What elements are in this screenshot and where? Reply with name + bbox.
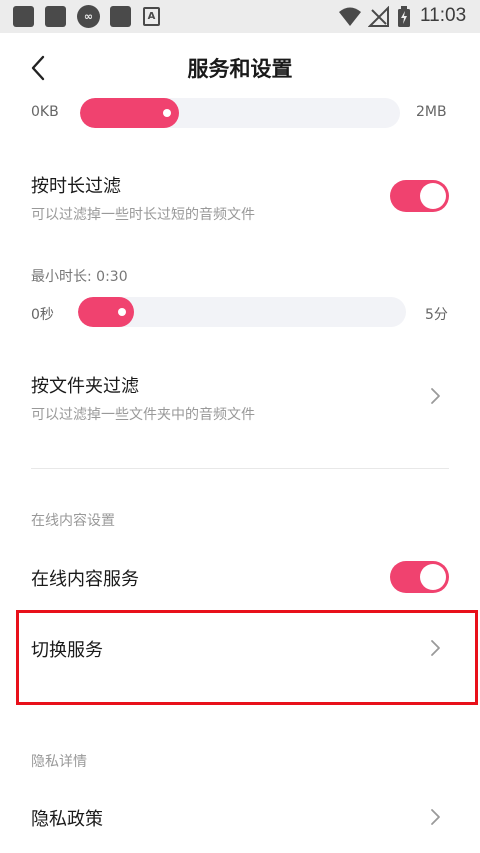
battery-charging-icon <box>398 6 410 27</box>
privacy-policy-label: 隐私政策 <box>31 809 103 830</box>
duration-filter-subtitle: 可以过滤掉一些时长过短的音频文件 <box>31 207 255 223</box>
toggle-thumb <box>420 183 446 209</box>
folder-filter-title: 按文件夹过滤 <box>31 376 139 397</box>
notification-app-icon <box>13 6 34 27</box>
status-bar: ∞ A 11:03 <box>0 0 480 33</box>
chevron-right-icon <box>431 388 440 404</box>
online-service-toggle[interactable] <box>390 561 449 593</box>
folder-filter-subtitle: 可以过滤掉一些文件夹中的音频文件 <box>31 407 255 423</box>
wifi-icon <box>339 7 361 26</box>
settings-screen: ∞ A 11:03 服务和设置 0KB 2MB 按时长过滤 可以过滤掉一些时长过… <box>0 0 480 853</box>
size-slider-thumb[interactable] <box>163 109 171 117</box>
duration-slider[interactable] <box>78 297 406 327</box>
duration-filter-title: 按时长过滤 <box>31 176 121 197</box>
notification-app-icon <box>45 6 66 27</box>
online-section-label: 在线内容设置 <box>31 513 115 529</box>
chevron-right-icon <box>431 809 440 825</box>
infinity-icon: ∞ <box>77 5 100 28</box>
page-title: 服务和设置 <box>187 57 293 81</box>
section-divider <box>31 468 449 469</box>
app-header: 服务和设置 <box>0 33 480 100</box>
folder-filter-row[interactable]: 按文件夹过滤 可以过滤掉一些文件夹中的音频文件 <box>0 360 480 435</box>
duration-slider-min-label: 0秒 <box>31 307 54 323</box>
size-slider-max-label: 2MB <box>416 104 447 120</box>
a-icon: A <box>143 7 160 26</box>
privacy-section-label: 隐私详情 <box>31 754 87 770</box>
no-signal-icon <box>368 6 389 27</box>
duration-slider-max-label: 5分 <box>425 307 448 323</box>
min-duration-label: 最小时长: 0:30 <box>31 269 128 285</box>
highlight-box <box>16 610 478 705</box>
duration-filter-toggle[interactable] <box>390 180 449 212</box>
size-slider-min-label: 0KB <box>31 104 59 120</box>
privacy-policy-row[interactable]: 隐私政策 <box>0 790 480 845</box>
online-service-label: 在线内容服务 <box>31 569 139 590</box>
size-slider[interactable] <box>80 98 400 128</box>
duration-slider-thumb[interactable] <box>118 308 126 316</box>
notification-app-icon <box>110 6 131 27</box>
toggle-thumb <box>420 564 446 590</box>
clock: 11:03 <box>420 5 467 26</box>
